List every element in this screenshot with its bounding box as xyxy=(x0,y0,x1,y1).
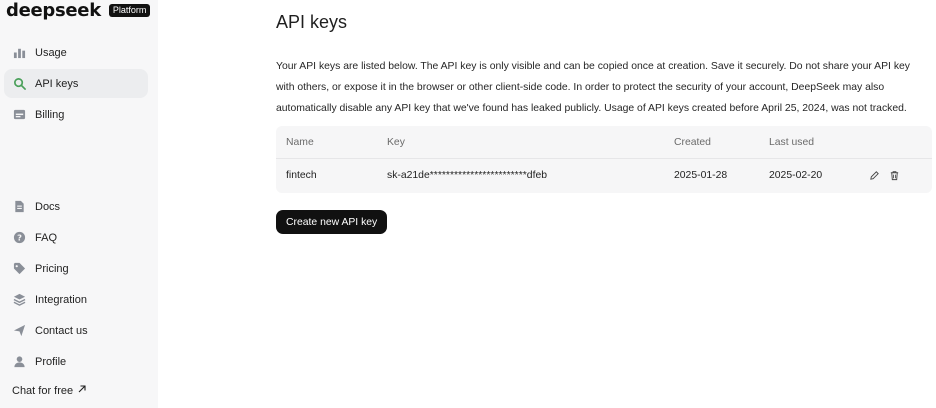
sidebar-item-contact-us[interactable]: Contact us xyxy=(4,316,148,345)
key-created: 2025-01-28 xyxy=(674,169,728,181)
svg-text:?: ? xyxy=(17,232,22,242)
header-created: Created xyxy=(674,136,711,148)
table-header: Name Key Created Last used xyxy=(276,126,932,158)
header-key: Key xyxy=(387,136,405,148)
sidebar-item-label: Integration xyxy=(35,293,87,306)
bar-chart-icon xyxy=(12,46,26,60)
search-icon xyxy=(12,77,26,91)
brand[interactable]: deepseek Platform xyxy=(6,0,151,21)
sidebar-item-label: FAQ xyxy=(35,231,58,244)
send-icon xyxy=(12,324,26,338)
header-last-used: Last used xyxy=(769,136,815,148)
description-line: with others, or expose it in the browser… xyxy=(276,82,885,93)
user-icon xyxy=(12,355,26,369)
sidebar-item-label: Pricing xyxy=(35,262,69,275)
sidebar-item-profile[interactable]: Profile xyxy=(4,347,148,376)
layers-icon xyxy=(12,293,26,307)
document-icon xyxy=(12,200,26,214)
external-arrow-icon xyxy=(77,384,87,397)
platform-badge: Platform xyxy=(108,3,151,17)
sidebar-item-billing[interactable]: Billing xyxy=(4,100,148,129)
help-icon: ? xyxy=(12,231,26,245)
sidebar-item-label: Billing xyxy=(35,108,65,121)
row-actions xyxy=(869,159,900,191)
sidebar-item-faq[interactable]: ? FAQ xyxy=(4,223,148,252)
sidebar-item-label: Profile xyxy=(35,355,67,368)
sidebar-item-label: Contact us xyxy=(35,324,88,337)
sidebar-item-pricing[interactable]: Pricing xyxy=(4,254,148,283)
header-name: Name xyxy=(286,136,314,148)
sidebar-item-label: Docs xyxy=(35,200,61,213)
chat-for-free-label: Chat for free xyxy=(12,384,74,397)
create-api-key-button[interactable]: Create new API key xyxy=(276,210,388,234)
description-line: Your API keys are listed below. The API … xyxy=(276,61,910,72)
brand-logo: deepseek xyxy=(6,0,101,21)
api-keys-description: Your API keys are listed below. The API … xyxy=(276,56,926,119)
sidebar-item-integration[interactable]: Integration xyxy=(4,285,148,314)
trash-icon[interactable] xyxy=(889,170,900,181)
sidebar-item-label: Usage xyxy=(35,46,67,59)
table-row: fintech sk-a21de************************… xyxy=(276,159,932,191)
wallet-icon xyxy=(12,108,26,122)
sidebar: deepseek Platform Usage API keys Billing xyxy=(0,0,158,408)
app: deepseek Platform Usage API keys Billing xyxy=(0,0,936,408)
api-keys-table: Name Key Created Last used fintech sk-a2… xyxy=(276,126,932,193)
sidebar-item-label: API keys xyxy=(35,77,79,90)
key-last-used: 2025-02-20 xyxy=(769,169,823,181)
tag-icon xyxy=(12,262,26,276)
sidebar-item-docs[interactable]: Docs xyxy=(4,192,148,221)
key-name: fintech xyxy=(286,169,317,181)
sidebar-item-usage[interactable]: Usage xyxy=(4,38,148,67)
sidebar-item-api-keys[interactable]: API keys xyxy=(4,69,148,98)
chat-for-free-link[interactable]: Chat for free xyxy=(12,384,87,397)
key-value: sk-a21de************************dfeb xyxy=(387,169,548,181)
edit-icon[interactable] xyxy=(869,170,880,181)
description-line: automatically disable any API key that w… xyxy=(276,103,907,114)
page-title: API keys xyxy=(276,12,348,32)
main-content: API keys Your API keys are listed below.… xyxy=(276,0,936,408)
